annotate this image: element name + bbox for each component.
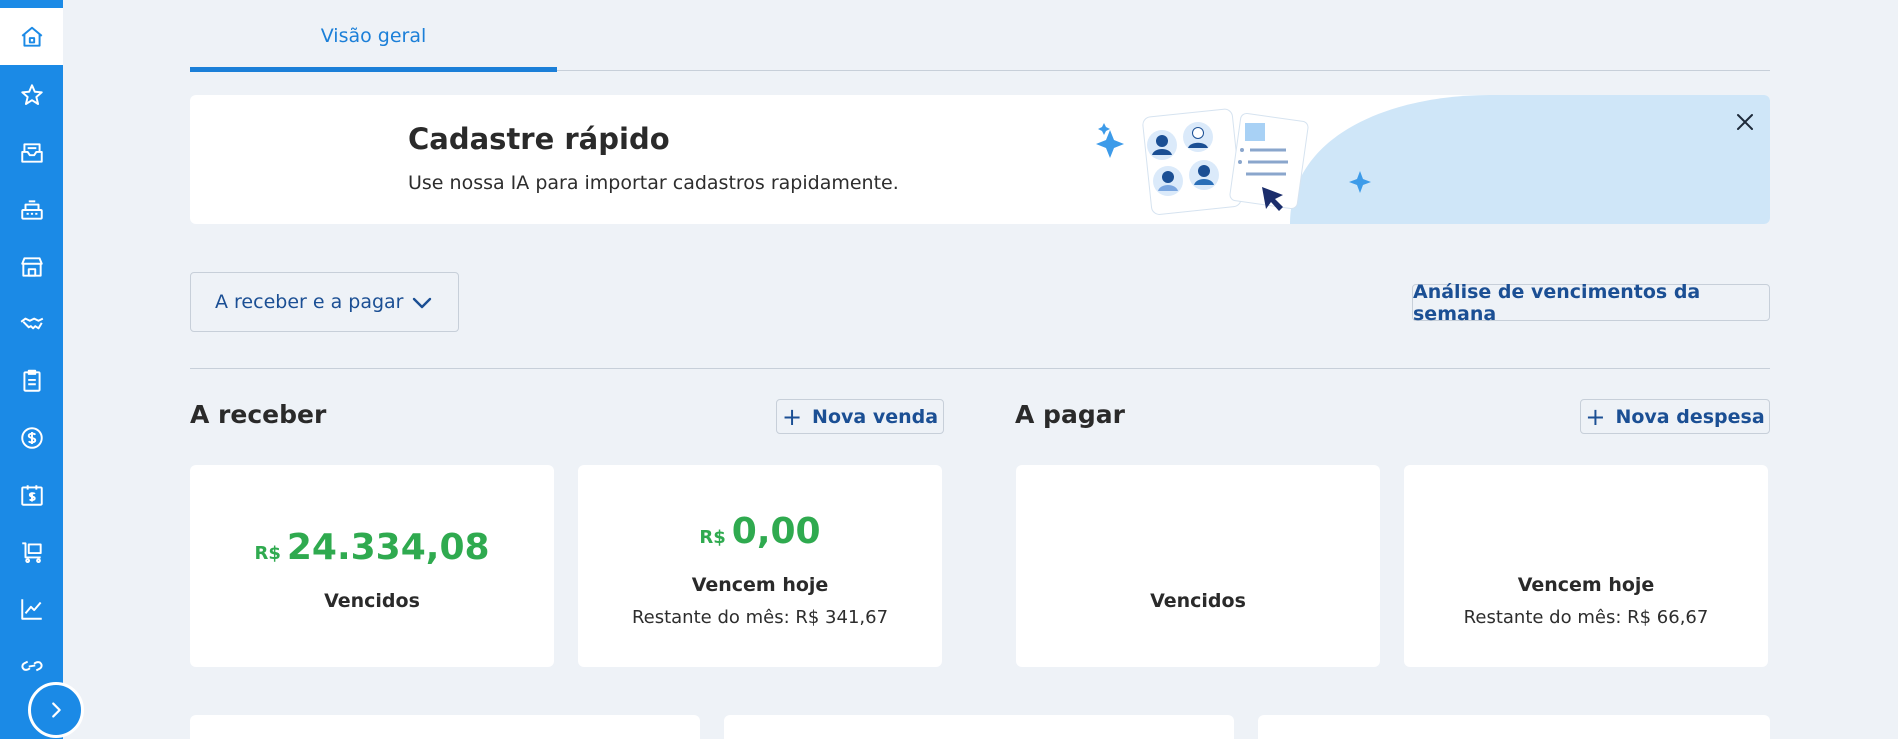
- new-sale-button[interactable]: + Nova venda: [776, 399, 944, 434]
- sidebar-item-home[interactable]: [0, 8, 63, 65]
- link-icon: [20, 660, 43, 671]
- handshake-icon: [20, 317, 43, 329]
- receivable-due-today-label: Vencem hoje: [691, 574, 829, 596]
- receivable-overdue-label: Vencidos: [324, 590, 420, 612]
- summary-card: [1258, 715, 1770, 739]
- home-icon: [21, 26, 42, 47]
- sidebar-item-partners[interactable]: [0, 295, 63, 352]
- amount-value: 24.334,08: [286, 527, 490, 568]
- chart-icon: [20, 598, 42, 620]
- amount-value: 0,00: [731, 511, 821, 552]
- banner-subtitle: Use nossa IA para importar cadastros rap…: [408, 172, 899, 194]
- receivable-month-remaining: Restante do mês: R$ 341,67: [631, 607, 889, 628]
- clipboard-icon: [22, 369, 41, 392]
- view-filter-label: A receber e a pagar: [215, 291, 404, 313]
- quick-register-banner: Cadastre rápido Use nossa IA para import…: [190, 95, 1770, 224]
- summary-card: [190, 715, 700, 739]
- sidebar-item-reports[interactable]: [0, 580, 63, 637]
- close-banner-button[interactable]: [1730, 107, 1760, 137]
- tab-overview[interactable]: Visão geral: [190, 0, 557, 72]
- view-filter-dropdown[interactable]: A receber e a pagar: [190, 272, 459, 332]
- payable-due-today-card[interactable]: Vencem hoje Restante do mês: R$ 66,67: [1404, 465, 1768, 667]
- sidebar-item-register[interactable]: [0, 181, 63, 238]
- sidebar-item-favorites[interactable]: [0, 66, 63, 123]
- sidebar-item-orders[interactable]: [0, 352, 63, 409]
- weekly-due-analysis-button[interactable]: Análise de vencimentos da semana: [1412, 281, 1770, 325]
- new-expense-label: Nova despesa: [1615, 405, 1765, 428]
- tab-label: Visão geral: [320, 24, 427, 47]
- receivable-overdue-amount: R$ 24.334,08: [190, 527, 554, 568]
- register-icon: [20, 199, 43, 220]
- summary-card: [724, 715, 1234, 739]
- cart-icon: [21, 541, 42, 563]
- plus-icon: +: [1585, 402, 1606, 431]
- plus-icon: +: [781, 402, 803, 431]
- close-icon: [1737, 114, 1753, 130]
- chevron-right-icon: [52, 702, 61, 718]
- payable-due-today-label: Vencem hoje: [1517, 574, 1655, 596]
- receivable-due-today-amount: R$ 0,00: [578, 511, 942, 552]
- section-divider: [190, 368, 1770, 369]
- payable-title: A pagar: [1015, 400, 1125, 429]
- currency-symbol: R$: [254, 543, 281, 564]
- receivable-overdue-card[interactable]: R$ 24.334,08 Vencidos: [190, 465, 554, 667]
- tab-active-indicator: [190, 67, 557, 72]
- payable-overdue-card[interactable]: Vencidos: [1016, 465, 1380, 667]
- expand-sidebar-button[interactable]: [28, 682, 84, 738]
- receivable-title: A receber: [190, 400, 327, 429]
- sidebar-item-finance[interactable]: [0, 409, 63, 466]
- calendar-dollar-icon: [20, 484, 43, 506]
- contacts-illustration-icon: [1096, 108, 1371, 215]
- payable-month-remaining: Restante do mês: R$ 66,67: [1463, 607, 1709, 628]
- sidebar-item-inbox[interactable]: [0, 124, 63, 181]
- tab-bar: Visão geral: [190, 0, 1770, 72]
- store-icon: [20, 256, 43, 277]
- new-sale-label: Nova venda: [812, 405, 939, 428]
- new-expense-button[interactable]: + Nova despesa: [1580, 399, 1770, 434]
- inbox-icon: [20, 142, 43, 163]
- payable-overdue-label: Vencidos: [1150, 590, 1246, 612]
- receivable-due-today-card[interactable]: R$ 0,00 Vencem hoje Restante do mês: R$ 3…: [578, 465, 942, 667]
- banner-title: Cadastre rápido: [408, 122, 670, 156]
- sidebar-item-purchases[interactable]: [0, 523, 63, 580]
- sidebar: [0, 0, 63, 739]
- star-icon: [20, 83, 43, 105]
- currency-symbol: R$: [699, 527, 726, 548]
- dollar-icon: [20, 426, 43, 449]
- sidebar-item-billing[interactable]: [0, 466, 63, 523]
- chevron-down-icon: [412, 297, 432, 309]
- sidebar-item-store[interactable]: [0, 238, 63, 295]
